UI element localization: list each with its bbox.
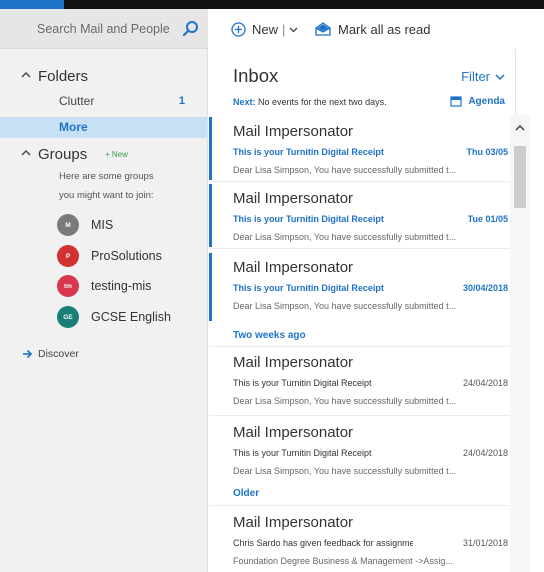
new-groups-badge[interactable]: + New <box>105 150 128 159</box>
message-subject: This is your Turnitin Digital Receipt <box>233 448 372 458</box>
message-preview: Foundation Degree Business & Management … <box>233 556 453 566</box>
folder-label: Clutter <box>59 94 95 108</box>
group-item-mis[interactable]: M MIS <box>57 212 113 238</box>
message-date: Tue 01/05 <box>467 214 508 224</box>
new-button-label: New <box>252 21 279 37</box>
new-button[interactable]: New | <box>231 20 298 38</box>
message-sender: Mail Impersonator <box>233 259 354 276</box>
folders-label: Folders <box>38 68 89 85</box>
open-envelope-icon <box>315 22 331 36</box>
message-item[interactable]: Mail Impersonator This is your Turnitin … <box>209 253 515 321</box>
discover-link[interactable]: Discover <box>38 348 79 360</box>
app-launcher-accent <box>0 0 64 9</box>
message-sender: Mail Impersonator <box>233 424 354 441</box>
message-preview: Dear Lisa Simpson, You have successfully… <box>233 396 457 406</box>
group-name: GCSE English <box>91 310 171 324</box>
next-events-text: No events for the next two days. <box>258 97 387 107</box>
chevron-up-icon[interactable] <box>515 124 525 131</box>
section-header-older: Older <box>233 488 260 499</box>
message-subject: This is your Turnitin Digital Receipt <box>233 147 384 157</box>
next-label: Next: <box>233 97 256 107</box>
new-separator: | <box>282 21 286 37</box>
message-date: 31/01/2018 <box>462 538 508 548</box>
scrollbar-thumb[interactable] <box>514 146 526 208</box>
filter-button[interactable]: Filter <box>461 69 505 84</box>
navigation-pane: Folders Clutter 1 More Groups + New Here… <box>0 9 208 572</box>
group-item-gcse-english[interactable]: GE GCSE English <box>57 304 171 330</box>
next-events-line: Next: No events for the next two days. <box>233 97 387 107</box>
chevron-down-icon <box>495 73 505 80</box>
message-sender: Mail Impersonator <box>233 123 354 140</box>
message-date: 24/04/2018 <box>462 378 508 388</box>
message-subject: This is your Turnitin Digital Receipt <box>233 283 384 293</box>
search-icon[interactable] <box>182 20 200 38</box>
message-list-scrollbar[interactable] <box>510 115 530 572</box>
message-subject: This is your Turnitin Digital Receipt <box>233 214 384 224</box>
arrow-right-icon <box>23 349 33 359</box>
agenda-label: Agenda <box>468 95 505 107</box>
group-name: testing-mis <box>91 279 152 293</box>
message-date: 30/04/2018 <box>462 283 508 293</box>
groups-hint-line2: you might want to join: <box>59 190 154 201</box>
mark-all-read-label: Mark all as read <box>338 21 431 37</box>
new-badge-label: New <box>111 150 128 159</box>
group-avatar: M <box>57 214 79 236</box>
group-avatar: P <box>57 245 79 267</box>
message-subject: Chris Sardo has given feedback for assig… <box>233 538 413 548</box>
command-bar: New | Mark all as read <box>209 9 544 49</box>
app-top-bar <box>0 0 544 9</box>
reading-pane-edge <box>530 49 544 572</box>
message-divider <box>209 248 515 249</box>
group-name: MIS <box>91 218 114 232</box>
calendar-icon <box>450 96 462 107</box>
message-date: 24/04/2018 <box>462 448 508 458</box>
plus-circle-icon <box>231 21 246 37</box>
group-item-prosolutions[interactable]: P ProSolutions <box>57 243 162 269</box>
chevron-up-icon <box>21 150 31 156</box>
message-item[interactable]: Mail Impersonator This is your Turnitin … <box>209 418 515 481</box>
message-sender: Mail Impersonator <box>233 354 354 371</box>
plus-icon: + <box>105 150 110 159</box>
filter-label: Filter <box>461 69 490 84</box>
search-box <box>0 9 208 49</box>
group-avatar: GE <box>57 306 79 328</box>
message-date: Thu 03/05 <box>466 147 508 157</box>
message-list-pane: Inbox Filter Next: No events for the nex… <box>209 49 516 572</box>
message-sender: Mail Impersonator <box>233 514 354 531</box>
section-divider <box>209 505 515 506</box>
message-divider <box>209 415 515 416</box>
message-preview: Dear Lisa Simpson, You have successfully… <box>233 232 457 242</box>
message-subject: This is your Turnitin Digital Receipt <box>233 378 372 388</box>
search-input[interactable] <box>0 9 180 49</box>
message-preview: Dear Lisa Simpson, You have successfully… <box>233 301 457 311</box>
folder-item-more[interactable]: More <box>0 117 207 138</box>
groups-hint-line1: Here are some groups <box>59 171 154 182</box>
group-item-testing-mis[interactable]: tm testing-mis <box>57 273 151 299</box>
chevron-up-icon <box>21 72 31 78</box>
groups-header[interactable]: Groups + New <box>21 146 128 163</box>
message-preview: Dear Lisa Simpson, You have successfully… <box>233 165 457 175</box>
section-header-two-weeks: Two weeks ago <box>233 330 306 341</box>
mark-all-read-button[interactable]: Mark all as read <box>315 20 430 38</box>
message-item[interactable]: Mail Impersonator This is your Turnitin … <box>209 348 515 414</box>
folder-title: Inbox <box>233 65 279 86</box>
folder-item-clutter[interactable]: Clutter 1 <box>0 91 207 112</box>
folders-header[interactable]: Folders <box>21 68 89 85</box>
group-avatar: tm <box>57 275 79 297</box>
folder-label: More <box>59 120 88 134</box>
group-name: ProSolutions <box>91 249 162 263</box>
message-item[interactable]: Mail Impersonator This is your Turnitin … <box>209 117 515 180</box>
groups-label: Groups <box>38 146 88 163</box>
message-divider <box>209 181 515 182</box>
unread-count: 1 <box>178 95 185 107</box>
chevron-down-icon[interactable] <box>289 25 298 34</box>
message-item[interactable]: Mail Impersonator Chris Sardo has given … <box>209 508 515 572</box>
agenda-button[interactable]: Agenda <box>450 95 505 107</box>
message-preview: Dear Lisa Simpson, You have successfully… <box>233 466 457 476</box>
section-divider <box>209 346 515 347</box>
message-sender: Mail Impersonator <box>233 190 354 207</box>
message-item[interactable]: Mail Impersonator This is your Turnitin … <box>209 184 515 247</box>
